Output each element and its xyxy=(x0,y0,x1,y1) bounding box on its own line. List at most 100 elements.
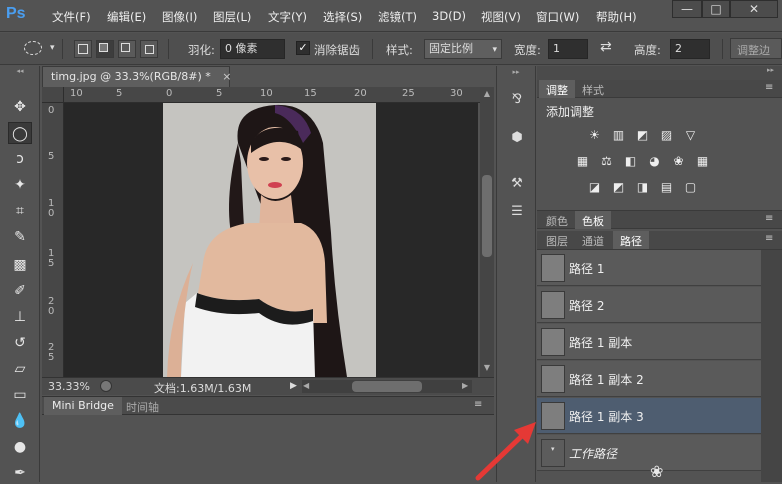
magic-wand-tool-icon[interactable]: ✦ xyxy=(8,174,32,196)
lasso-tool-icon[interactable]: ↄ xyxy=(8,148,32,170)
vertical-scrollbar[interactable]: ▲ ▼ xyxy=(480,87,494,377)
channel-mixer-icon[interactable]: ❀ xyxy=(670,154,687,169)
zoom-level[interactable]: 33.33% xyxy=(48,380,90,393)
pen-tool-icon[interactable]: ✒ xyxy=(8,462,32,484)
ellipse-marquee-tool-icon[interactable]: ◯ xyxy=(8,122,32,144)
path-row[interactable]: 路径 1 副本 2 xyxy=(537,361,761,397)
eraser-tool-icon[interactable]: ▱ xyxy=(8,358,32,380)
add-selection-button[interactable] xyxy=(96,40,114,58)
path-row[interactable]: 路径 1 xyxy=(537,250,761,286)
menu-view[interactable]: 视图(V) xyxy=(481,9,521,25)
ellipse-marquee-icon[interactable] xyxy=(24,41,42,55)
exposure-icon[interactable]: ▨ xyxy=(658,128,675,143)
chevron-down-icon[interactable]: ▾ xyxy=(50,43,55,53)
panel-collapse-icon[interactable]: ▸▸ xyxy=(767,66,774,74)
status-menu-arrow-icon[interactable]: ▶ xyxy=(290,381,297,391)
new-selection-button[interactable] xyxy=(74,40,92,58)
menu-help[interactable]: 帮助(H) xyxy=(596,9,637,25)
selective-color-icon[interactable]: ▢ xyxy=(682,180,699,195)
hue-saturation-icon[interactable]: ▦ xyxy=(574,154,591,169)
panel-menu-icon[interactable]: ≡ xyxy=(765,213,773,224)
path-row[interactable]: 路径 1 副本 xyxy=(537,324,761,360)
horizontal-ruler: 10 5 0 5 10 15 20 25 30 xyxy=(64,87,480,103)
horizontal-scrollbar[interactable]: ◀ ▶ xyxy=(302,380,472,393)
tab-styles[interactable]: 样式 xyxy=(575,80,611,98)
minimize-button[interactable]: — xyxy=(672,0,702,18)
posterize-icon[interactable]: ◩ xyxy=(610,180,627,195)
path-row-work-path[interactable]: ▾ 工作路径 xyxy=(537,435,761,471)
dodge-tool-icon[interactable]: ● xyxy=(8,436,32,458)
vertical-scroll-thumb[interactable] xyxy=(482,175,492,257)
tab-mini-bridge[interactable]: Mini Bridge xyxy=(44,397,122,415)
menu-filter[interactable]: 滤镜(T) xyxy=(378,9,417,25)
menu-image[interactable]: 图像(I) xyxy=(162,9,197,25)
vibrance-icon[interactable]: ▽ xyxy=(682,128,699,143)
feather-input[interactable]: 0 像素 xyxy=(220,39,285,59)
scroll-down-icon[interactable]: ▼ xyxy=(482,363,492,373)
menu-type[interactable]: 文字(Y) xyxy=(268,9,307,25)
clone-stamp-tool-icon[interactable]: ⊥ xyxy=(8,306,32,328)
path-row-selected[interactable]: 路径 1 副本 3 xyxy=(537,398,761,434)
panel-menu-icon[interactable]: ≡ xyxy=(474,399,482,410)
close-tab-icon[interactable]: × xyxy=(222,70,231,83)
tab-adjustments[interactable]: 调整 xyxy=(539,80,575,98)
paths-scrollbar[interactable] xyxy=(761,250,782,482)
curves-icon[interactable]: ◩ xyxy=(634,128,651,143)
tab-color[interactable]: 颜色 xyxy=(539,211,575,229)
eyedropper-tool-icon[interactable]: ✎ xyxy=(8,226,32,248)
levels-icon[interactable]: ▥ xyxy=(610,128,627,143)
path-row[interactable]: 路径 2 xyxy=(537,287,761,323)
menu-select[interactable]: 选择(S) xyxy=(323,9,362,25)
blur-tool-icon[interactable]: 💧 xyxy=(8,410,32,432)
threshold-icon[interactable]: ◨ xyxy=(634,180,651,195)
history-panel-icon[interactable]: ⅋ xyxy=(506,92,528,112)
move-tool-icon[interactable]: ✥ xyxy=(8,96,32,118)
tab-channels[interactable]: 通道 xyxy=(575,231,611,249)
intersect-selection-button[interactable] xyxy=(140,40,158,58)
gradient-map-icon[interactable]: ▤ xyxy=(658,180,675,195)
scroll-up-icon[interactable]: ▲ xyxy=(482,89,492,99)
crop-tool-icon[interactable]: ⌗ xyxy=(8,200,32,222)
tab-paths[interactable]: 路径 xyxy=(613,231,649,249)
height-input[interactable]: 2 xyxy=(670,39,710,59)
panel-menu-icon[interactable]: ≡ xyxy=(765,82,773,93)
maximize-button[interactable]: □ xyxy=(702,0,730,18)
color-lookup-icon[interactable]: ▦ xyxy=(694,154,711,169)
swap-icon[interactable]: ⇄ xyxy=(600,39,612,55)
menu-3d[interactable]: 3D(D) xyxy=(432,9,466,23)
history-brush-tool-icon[interactable]: ↺ xyxy=(8,332,32,354)
width-input[interactable]: 1 xyxy=(548,39,588,59)
color-balance-icon[interactable]: ⚖ xyxy=(598,154,615,169)
tool-presets-icon[interactable]: ⚒ xyxy=(506,176,528,196)
invert-icon[interactable]: ◪ xyxy=(586,180,603,195)
black-white-icon[interactable]: ◧ xyxy=(622,154,639,169)
panel-menu-icon[interactable]: ≡ xyxy=(765,233,773,244)
3d-panel-icon[interactable]: ⬢ xyxy=(506,130,528,150)
tab-layers[interactable]: 图层 xyxy=(539,231,575,249)
dock-collapse-icon[interactable]: ▸▸ xyxy=(498,68,534,76)
document-tab[interactable]: timg.jpg @ 33.3%(RGB/8#) * × xyxy=(42,66,231,87)
style-select[interactable]: 固定比例 ▾ xyxy=(424,39,502,59)
antialias-checkbox[interactable]: ✓ xyxy=(296,41,310,55)
toolbox-collapse-icon[interactable]: ◂◂ xyxy=(6,68,34,75)
scroll-left-icon[interactable]: ◀ xyxy=(303,381,309,390)
scroll-right-icon[interactable]: ▶ xyxy=(462,381,468,390)
subtract-selection-button[interactable] xyxy=(118,40,136,58)
tab-timeline[interactable]: 时间轴 xyxy=(120,397,165,415)
tab-swatches[interactable]: 色板 xyxy=(575,211,611,229)
menu-file[interactable]: 文件(F) xyxy=(52,9,91,25)
menu-window[interactable]: 窗口(W) xyxy=(536,9,579,25)
horizontal-scroll-thumb[interactable] xyxy=(352,381,422,392)
brush-tool-icon[interactable]: ✐ xyxy=(8,280,32,302)
photo-filter-icon[interactable]: ◕ xyxy=(646,154,663,169)
healing-brush-tool-icon[interactable]: ▩ xyxy=(8,254,32,276)
gradient-tool-icon[interactable]: ▭ xyxy=(8,384,32,406)
menu-edit[interactable]: 编辑(E) xyxy=(107,9,146,25)
properties-panel-icon[interactable]: ☰ xyxy=(506,204,528,224)
close-button[interactable]: ✕ xyxy=(730,0,778,18)
share-icon[interactable] xyxy=(100,380,112,392)
brightness-icon[interactable]: ☀ xyxy=(586,128,603,143)
refine-edge-button[interactable]: 调整边 xyxy=(730,38,782,59)
menu-layer[interactable]: 图层(L) xyxy=(213,9,251,25)
document-image[interactable] xyxy=(163,103,376,377)
